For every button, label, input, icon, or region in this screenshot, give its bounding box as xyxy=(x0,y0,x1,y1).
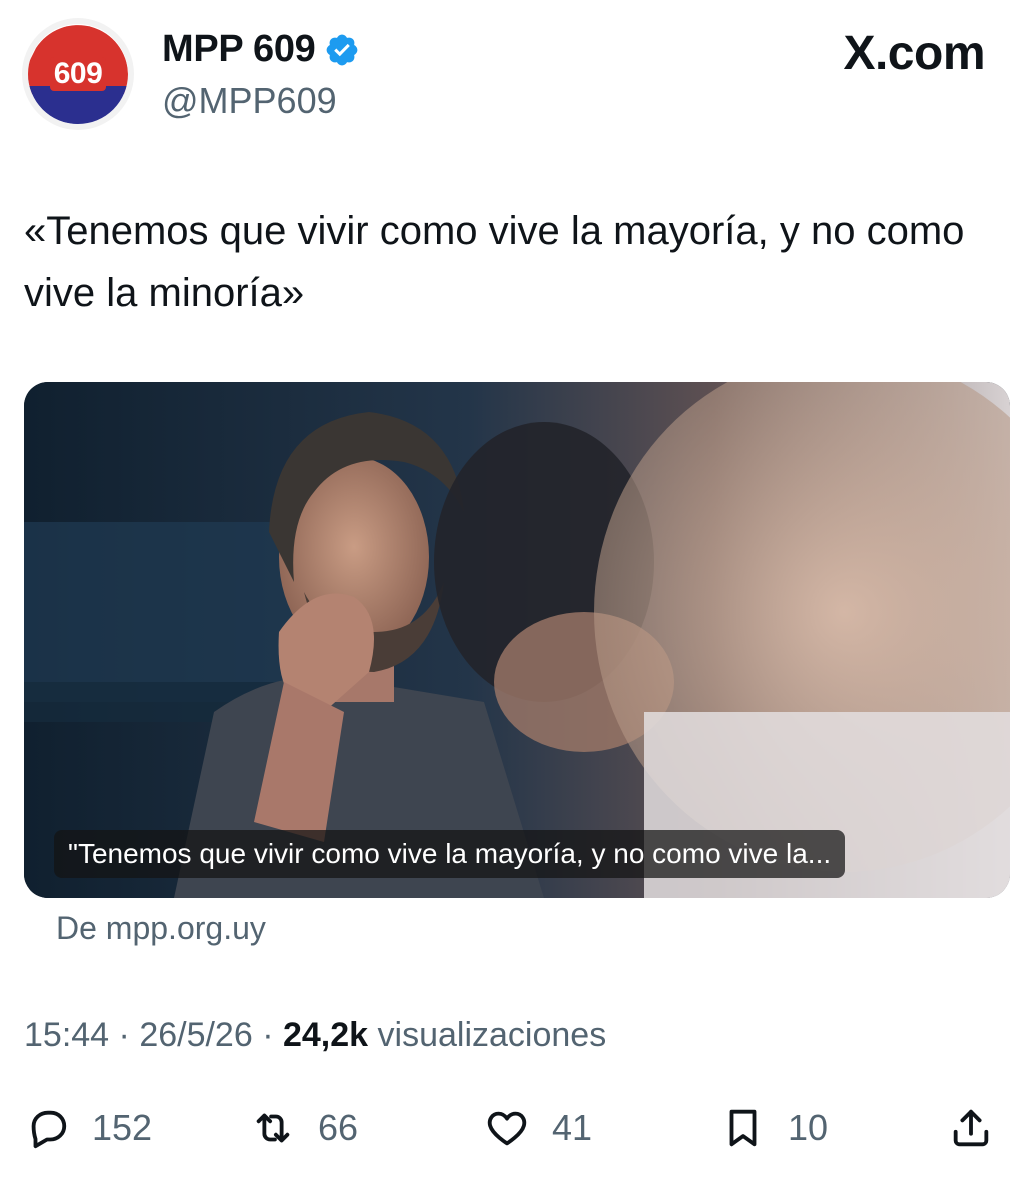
repost-button[interactable]: 66 xyxy=(250,1096,358,1160)
tweet-text: «Tenemos que vivir como vive la mayoría,… xyxy=(24,209,965,315)
heart-icon xyxy=(487,1111,527,1146)
reply-button[interactable]: 152 xyxy=(24,1096,152,1160)
bookmark-icon xyxy=(729,1109,757,1147)
reply-count: 152 xyxy=(92,1107,153,1148)
meta-separator: · xyxy=(252,1016,283,1054)
link-card-image[interactable]: "Tenemos que vivir como vive la mayoría,… xyxy=(24,382,1010,898)
views-label: visualizaciones xyxy=(368,1016,607,1054)
user-handle[interactable]: @MPP609 xyxy=(162,80,337,122)
tweet-meta: 15:44 · 26/5/26 · 24,2k visualizaciones xyxy=(24,1016,606,1055)
repost-icon xyxy=(256,1113,290,1143)
display-name-row[interactable]: MPP 609 xyxy=(162,28,360,71)
avatar-label: 609 xyxy=(49,57,107,91)
x-brand-logo: X.com xyxy=(843,27,985,80)
display-name[interactable]: MPP 609 xyxy=(162,28,316,71)
like-count: 41 xyxy=(552,1107,593,1148)
verified-badge-icon xyxy=(326,34,357,65)
avatar[interactable]: 609 xyxy=(22,18,134,130)
tweet-time[interactable]: 15:44 xyxy=(24,1016,109,1054)
card-photo xyxy=(24,382,1010,898)
action-bar: 152 66 41 10 xyxy=(24,1096,1014,1160)
share-icon xyxy=(953,1109,989,1147)
share-button[interactable] xyxy=(948,1096,994,1160)
bookmark-count: 10 xyxy=(788,1107,829,1148)
repost-count: 66 xyxy=(318,1107,359,1148)
card-source[interactable]: De mpp.org.uy xyxy=(56,910,266,947)
meta-separator: · xyxy=(109,1016,140,1054)
card-title: "Tenemos que vivir como vive la mayoría,… xyxy=(54,830,846,878)
tweet-date[interactable]: 26/5/26 xyxy=(139,1016,252,1054)
avatar-logo: 609 xyxy=(28,24,128,124)
like-button[interactable]: 41 xyxy=(484,1096,592,1160)
reply-icon xyxy=(31,1110,67,1149)
views-count: 24,2k xyxy=(282,1016,369,1054)
bookmark-button[interactable]: 10 xyxy=(720,1096,828,1160)
